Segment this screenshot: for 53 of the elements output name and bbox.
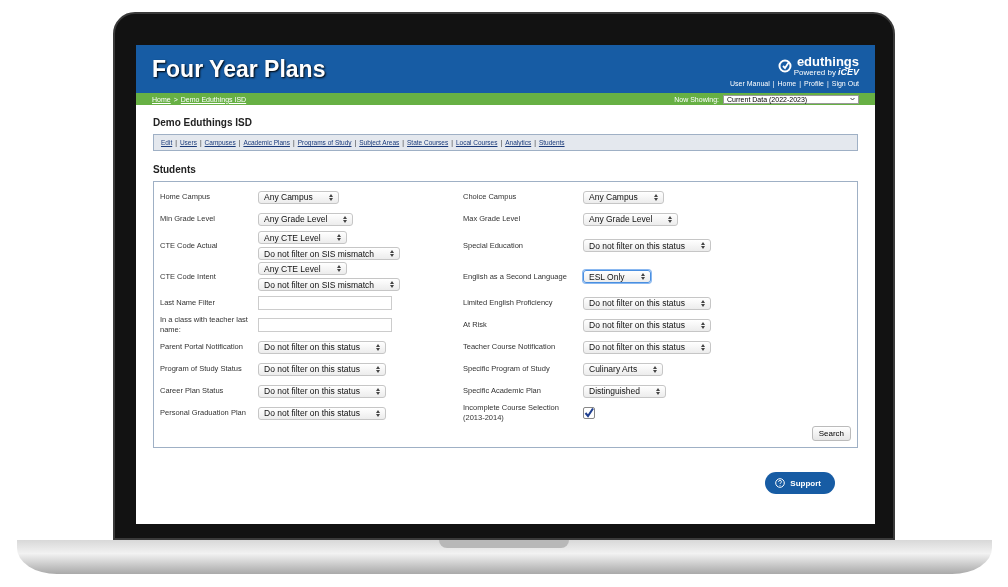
caret-icon (343, 215, 348, 223)
dropdown[interactable]: Any Campus (583, 190, 664, 204)
district-title: Demo Eduthings ISD (153, 117, 253, 128)
search-button[interactable]: Search (811, 426, 851, 441)
dropdown[interactable]: Any Grade Level (258, 212, 354, 226)
caret-icon (336, 234, 341, 241)
dropdown[interactable]: Do not filter on this status (258, 362, 386, 376)
help-icon (775, 478, 786, 488)
logo-name: eduthings (796, 55, 859, 68)
caret-icon (375, 409, 380, 417)
caret-icon (640, 273, 645, 280)
caret-icon (375, 343, 380, 351)
checkbox[interactable] (583, 407, 595, 419)
page-title: Four Year Plans (152, 55, 326, 83)
caret-icon (700, 299, 705, 307)
input-field[interactable] (258, 296, 392, 310)
section-title: Students (153, 164, 197, 175)
caret-icon (375, 365, 380, 373)
dropdown[interactable]: Any Grade Level (583, 212, 679, 226)
caret-icon (390, 281, 395, 288)
dropdown[interactable]: Do not filter on this status (583, 318, 711, 332)
caret-icon (653, 365, 658, 373)
caret-icon (653, 193, 658, 201)
dropdown[interactable]: ESL Only (583, 270, 651, 283)
dropdown[interactable]: Do not filter on this status (583, 239, 711, 252)
caret-icon (700, 242, 705, 249)
caret-icon (336, 265, 341, 272)
logo-tagline: Powered by (793, 68, 836, 77)
chevron-icon (850, 97, 855, 101)
dropdown[interactable]: Do not filter on this status (258, 340, 386, 354)
dropdown[interactable]: Do not filter on this status (583, 296, 711, 310)
dropdown[interactable]: Any Campus (258, 190, 339, 204)
dropdown[interactable]: Do not filter on this status (583, 340, 711, 354)
dropdown[interactable]: Any CTE Level (258, 262, 347, 275)
caret-icon (700, 321, 705, 329)
dropdown[interactable]: Culinary Arts (583, 362, 664, 376)
caret-icon (700, 343, 705, 351)
dropdown[interactable]: Any CTE Level (258, 231, 347, 244)
dropdown[interactable]: Distinguished (583, 384, 667, 398)
caret-icon (390, 250, 395, 257)
dropdown[interactable]: Do not filter on SIS mismatch (258, 278, 401, 291)
dropdown[interactable]: Do not filter on SIS mismatch (258, 247, 401, 260)
caret-icon (656, 387, 661, 395)
dropdown[interactable]: Do not filter on this status (258, 406, 386, 420)
caret-icon (328, 193, 333, 201)
caret-icon (375, 387, 380, 395)
logo-icon (777, 58, 792, 74)
logo-brand: iCEV (838, 68, 859, 77)
support-button[interactable]: Support (765, 472, 835, 494)
input-field[interactable] (258, 318, 392, 332)
dropdown[interactable]: Do not filter on this status (258, 384, 386, 398)
caret-icon (668, 215, 673, 223)
checkmark-icon (584, 408, 594, 418)
